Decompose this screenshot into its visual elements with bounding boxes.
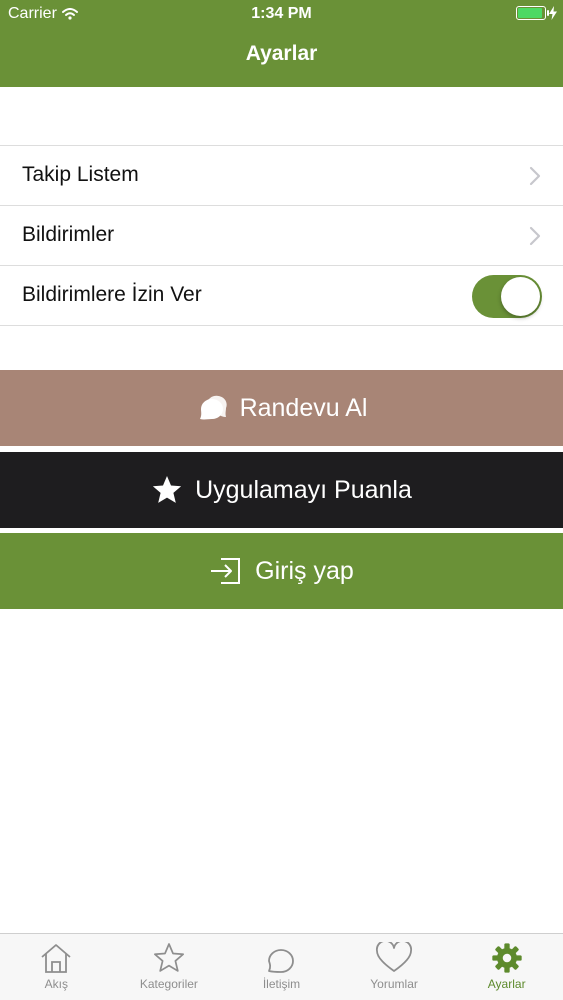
giris-yap-button[interactable]: Giriş yap: [0, 533, 563, 609]
settings-row-label: Bildirimler: [22, 223, 115, 246]
chat-icon: [268, 949, 295, 973]
tab-label: İletişim: [262, 977, 301, 991]
page-title: Ayarlar: [245, 42, 318, 65]
tab-kategoriler[interactable]: Kategoriler: [113, 934, 226, 1000]
charging-icon: [549, 6, 557, 20]
tab-akis[interactable]: Akış: [0, 934, 113, 1000]
status-time: 1:34 PM: [251, 5, 312, 22]
randevu-al-button[interactable]: Randevu Al: [0, 370, 563, 446]
battery: [516, 6, 557, 20]
tab-yorumlar[interactable]: Yorumlar: [338, 934, 451, 1000]
chevron-right-icon: [529, 226, 541, 246]
settings-row-label: Bildirimlere İzin Ver: [22, 283, 202, 306]
chat-bubbles-icon: [199, 395, 227, 420]
battery-icon: [516, 6, 549, 20]
battery-fill: [518, 8, 542, 18]
gear-icon: [492, 943, 522, 973]
settings-row-label: Takip Listem: [22, 163, 139, 186]
navigation-bar: Carrier 1:34 PM Ayarlar: [0, 0, 563, 87]
randevu-al-label: Randevu Al: [239, 393, 368, 422]
tab-label: Yorumlar: [370, 977, 418, 991]
settings-list: Takip Listem Bildirimler Bildirimlere İz…: [0, 145, 563, 326]
tab-bar: Akış Kategoriler İletişim Yorumlar Ayarl…: [0, 933, 563, 1000]
status-bar: Carrier 1:34 PM: [0, 0, 563, 28]
giris-yap-label: Giriş yap: [255, 556, 354, 585]
notifications-toggle[interactable]: [472, 275, 542, 318]
toggle-knob: [501, 277, 540, 316]
tab-label: Kategoriler: [139, 977, 198, 991]
tab-label: Akış: [44, 977, 68, 991]
home-icon: [41, 944, 71, 973]
settings-row-bildirim-izin: Bildirimlere İzin Ver: [0, 266, 563, 326]
star-outline-icon: [153, 943, 184, 972]
chevron-right-icon: [529, 166, 541, 186]
settings-row-bildirimler[interactable]: Bildirimler: [0, 206, 563, 266]
heart-icon: [376, 942, 413, 972]
tab-ayarlar[interactable]: Ayarlar: [450, 934, 563, 1000]
login-icon: [211, 558, 241, 584]
uygulamayi-puanla-label: Uygulamayı Puanla: [195, 475, 412, 504]
tab-iletisim[interactable]: İletişim: [225, 934, 338, 1000]
uygulamayi-puanla-button[interactable]: Uygulamayı Puanla: [0, 452, 563, 528]
star-icon: [152, 476, 182, 503]
settings-row-takip-listem[interactable]: Takip Listem: [0, 146, 563, 206]
tab-label: Ayarlar: [487, 977, 526, 991]
